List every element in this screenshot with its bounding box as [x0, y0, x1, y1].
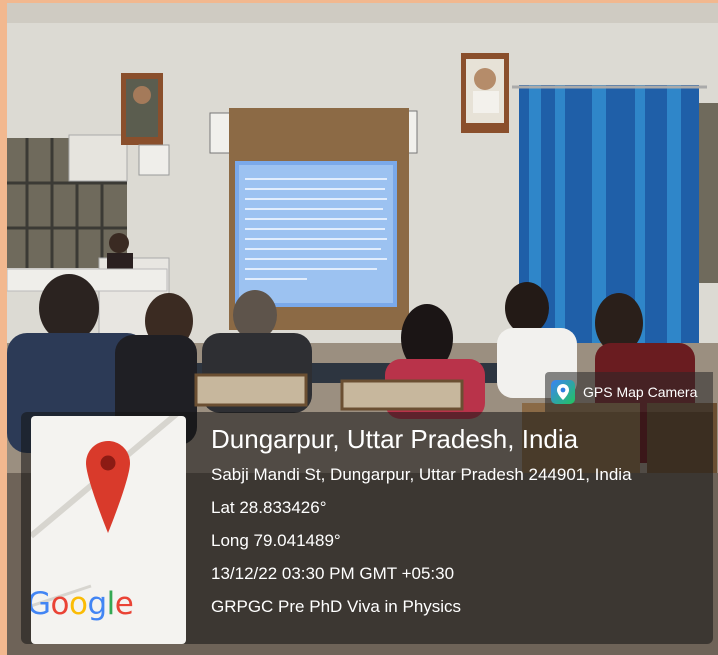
photo-frame: GPS Map Camera Google Dungarpur, Uttar P… [7, 3, 718, 655]
gps-badge-label: GPS Map Camera [583, 384, 698, 400]
location-details: Dungarpur, Uttar Pradesh, India Sabji Ma… [211, 424, 632, 630]
gps-map-camera-icon [551, 380, 575, 404]
note: GRPGC Pre PhD Viva in Physics [211, 597, 462, 616]
map-pin-icon [86, 441, 130, 533]
gps-map-camera-badge: GPS Map Camera [545, 372, 713, 412]
latitude: Lat 28.833426° [211, 498, 327, 517]
location-info-panel: Google Dungarpur, Uttar Pradesh, India S… [21, 412, 713, 644]
datetime: 13/12/22 03:30 PM GMT +05:30 [211, 564, 455, 583]
longitude: Long 79.041489° [211, 531, 341, 550]
google-logo: Google [31, 586, 134, 622]
place-name: Dungarpur, Uttar Pradesh, India [211, 424, 579, 454]
address-line: Sabji Mandi St, Dungarpur, Uttar Pradesh… [211, 465, 632, 484]
map-thumbnail: Google [31, 416, 186, 644]
